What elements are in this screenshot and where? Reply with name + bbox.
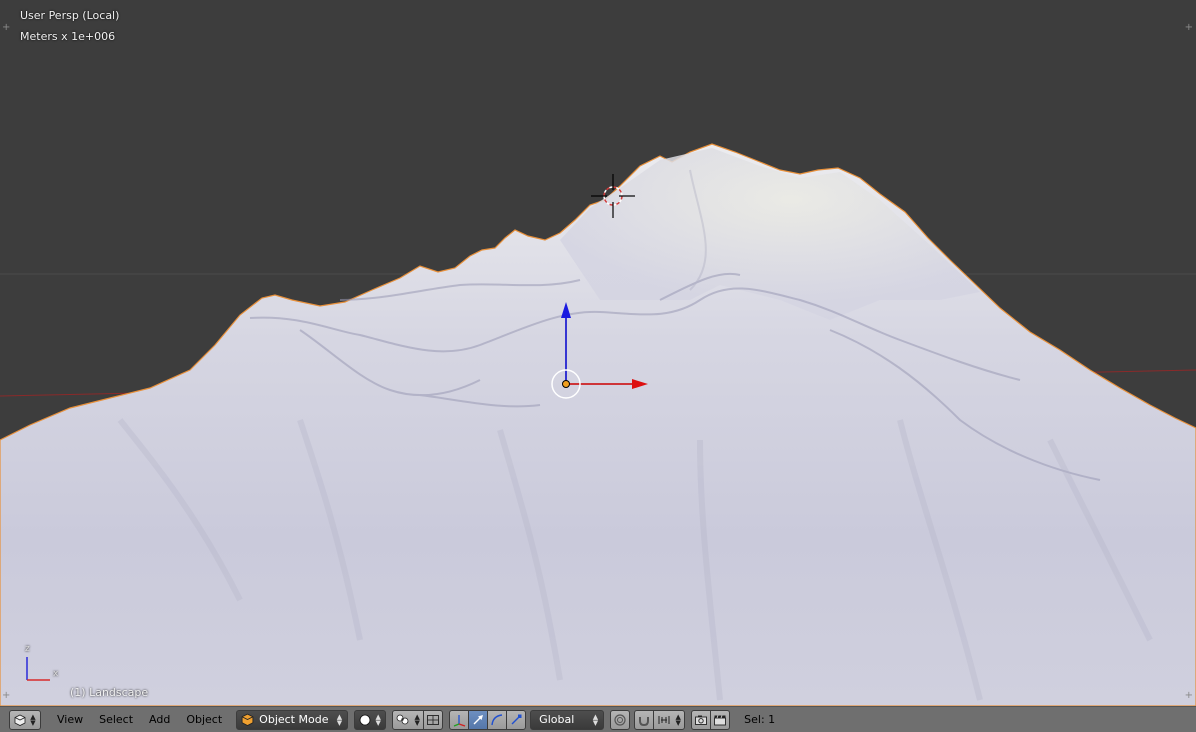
opengl-render-button[interactable] bbox=[691, 709, 712, 730]
pivot-point-icon bbox=[397, 714, 409, 724]
translate-arrow-icon bbox=[473, 714, 484, 724]
pivot-point-button[interactable]: ▲ ▼ bbox=[392, 709, 425, 730]
object-cube-icon bbox=[241, 713, 254, 726]
proportional-editing-button[interactable] bbox=[610, 709, 631, 730]
units-label: Meters x 1e+006 bbox=[20, 30, 116, 43]
region-toggle-bottom-right-icon[interactable]: + bbox=[1185, 690, 1193, 701]
axis-z-label: z bbox=[25, 644, 30, 654]
selection-count: Sel: 1 bbox=[744, 713, 776, 726]
object-origin[interactable] bbox=[562, 380, 570, 388]
snap-element-icon bbox=[658, 715, 670, 724]
clapperboard-icon bbox=[714, 714, 727, 725]
axis-x-label: x bbox=[53, 669, 59, 679]
landscape-scene[interactable] bbox=[0, 0, 1196, 706]
3d-viewport[interactable]: User Persp (Local) Meters x 1e+006 (1) L… bbox=[0, 0, 1196, 706]
viewport-shading-button[interactable]: ▲ ▼ bbox=[354, 709, 387, 730]
editor-type-button[interactable]: ▲ ▼ bbox=[9, 709, 41, 730]
menu-view[interactable]: View bbox=[49, 713, 91, 726]
active-object-label: (1) Landscape bbox=[70, 686, 149, 699]
solid-sphere-icon bbox=[360, 714, 371, 725]
mode-selector[interactable]: Object Mode ▲ ▼ bbox=[236, 709, 349, 730]
menu-object[interactable]: Object bbox=[178, 713, 230, 726]
menu-select[interactable]: Select bbox=[91, 713, 141, 726]
snap-element-button[interactable]: ▲ ▼ bbox=[653, 709, 686, 730]
peak-highlight bbox=[560, 148, 980, 320]
3d-view-header: ▲ ▼ View Select Add Object Object Mode ▲ ▼… bbox=[0, 706, 1196, 732]
region-toggle-right-icon[interactable]: + bbox=[1185, 22, 1193, 33]
region-toggle-bottom-left-icon[interactable]: + bbox=[2, 690, 10, 701]
manipulator-icon bbox=[427, 714, 440, 725]
orientation-label: Global bbox=[539, 713, 575, 726]
scale-button[interactable] bbox=[506, 709, 527, 730]
opengl-render-animation-button[interactable] bbox=[710, 709, 731, 730]
mode-label: Object Mode bbox=[259, 713, 329, 726]
menu-add[interactable]: Add bbox=[141, 713, 178, 726]
view-name-label: User Persp (Local) bbox=[20, 9, 120, 22]
transform-orientation-select[interactable]: Global ▲ ▼ bbox=[530, 709, 605, 730]
region-toggle-left-icon[interactable]: + bbox=[2, 22, 10, 33]
translate-button[interactable] bbox=[468, 709, 489, 730]
manipulator-axes-icon bbox=[453, 714, 466, 727]
camera-icon bbox=[695, 715, 708, 725]
magnet-icon bbox=[639, 716, 650, 726]
rotate-button[interactable] bbox=[487, 709, 508, 730]
manipulator-toggle-button[interactable] bbox=[449, 709, 470, 730]
snap-toggle-button[interactable] bbox=[634, 709, 655, 730]
manipulate-centers-button[interactable] bbox=[423, 709, 444, 730]
cube-icon bbox=[14, 714, 26, 726]
rotate-arc-icon bbox=[491, 713, 503, 725]
proportional-editing-icon bbox=[614, 713, 626, 726]
scale-icon bbox=[511, 714, 522, 724]
